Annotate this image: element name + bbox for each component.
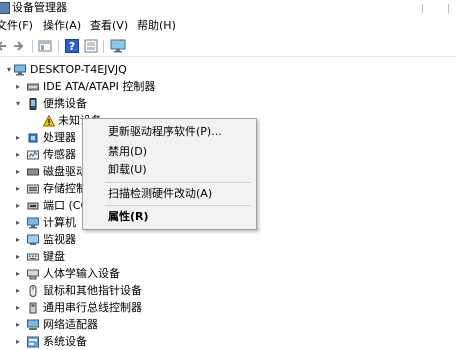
menu-scan-hardware[interactable]: 扫描检测硬件改动(A)	[83, 185, 256, 203]
portable-device-icon	[29, 98, 37, 110]
svg-text:?: ?	[69, 40, 75, 53]
menu-item-label: 卸载(U)	[108, 163, 147, 176]
tree-item-label: 监视器	[43, 233, 76, 246]
window-controls	[412, 0, 450, 16]
tree-item-label: 磁盘驱动	[43, 165, 87, 178]
hid-icon	[27, 269, 39, 280]
menu-bar: 文件(F) 操作(A) 查看(V) 帮助(H)	[0, 17, 456, 35]
collapse-arrow-icon[interactable]: ▾	[13, 96, 23, 112]
system-device-icon	[27, 336, 39, 348]
expand-arrow-icon[interactable]: ▸	[13, 317, 23, 333]
help-icon[interactable]: ?	[65, 39, 79, 53]
window-control-divider	[448, 4, 449, 13]
port-icon	[27, 202, 39, 210]
computer-root-icon	[14, 64, 26, 76]
tree-item-label: 键盘	[43, 250, 65, 263]
sensor-icon	[27, 150, 39, 160]
tree-item-label: 处理器	[43, 131, 76, 144]
view-pane-icon[interactable]	[84, 39, 98, 53]
network-adapter-icon	[27, 319, 39, 330]
properties-window-icon[interactable]	[38, 39, 52, 53]
menu-file[interactable]: 文件(F)	[0, 17, 33, 35]
tree-item-label: 存储控制	[43, 182, 87, 195]
toolbar-separator	[32, 40, 33, 53]
tree-item-label: 计算机	[43, 216, 76, 229]
menu-update-driver[interactable]: 更新驱动程序软件(P)...	[83, 123, 256, 141]
monitor-scan-icon[interactable]	[110, 39, 126, 53]
menu-uninstall[interactable]: 卸载(U)	[83, 161, 256, 179]
usb-icon	[29, 302, 37, 314]
expand-arrow-icon[interactable]: ▸	[13, 198, 23, 214]
expand-arrow-icon[interactable]: ▸	[13, 164, 23, 180]
expand-arrow-icon[interactable]: ▸	[13, 283, 23, 299]
toolbar: ?	[0, 36, 456, 57]
keyboard-icon	[27, 253, 39, 261]
forward-icon[interactable]	[12, 39, 24, 53]
menu-view[interactable]: 查看(V)	[90, 17, 128, 35]
menu-item-label: 禁用(D)	[108, 145, 148, 158]
tree-item-label: 网络适配器	[43, 318, 98, 331]
menu-item-label: 更新驱动程序软件(P)...	[108, 125, 222, 138]
menu-item-label: 属性(R)	[108, 210, 149, 223]
expand-arrow-icon[interactable]: ▸	[13, 130, 23, 146]
menu-help[interactable]: 帮助(H)	[137, 17, 176, 35]
tree-item-label: 便携设备	[43, 97, 87, 110]
menu-properties[interactable]: 属性(R)	[83, 208, 256, 226]
collapse-arrow-icon[interactable]: ▾	[4, 62, 14, 78]
expand-arrow-icon[interactable]: ▸	[13, 147, 23, 163]
tree-item-label: IDE ATA/ATAPI 控制器	[43, 80, 156, 93]
toolbar-separator	[103, 40, 104, 53]
menu-action[interactable]: 操作(A)	[43, 17, 81, 35]
expand-arrow-icon[interactable]: ▸	[13, 300, 23, 316]
storage-controller-icon	[27, 184, 39, 194]
expand-arrow-icon[interactable]: ▸	[13, 232, 23, 248]
device-manager-icon	[0, 2, 10, 14]
tree-item-label: 通用串行总线控制器	[43, 301, 142, 314]
computer-icon	[27, 217, 39, 229]
tree-item-label: 系统设备	[43, 335, 87, 348]
title-bar: 设备管理器	[0, 0, 456, 16]
tree-root-label: DESKTOP-T4EJVJQ	[30, 63, 127, 76]
disk-drive-icon	[27, 168, 39, 176]
tree-item-label: 人体学输入设备	[43, 267, 120, 280]
mouse-icon	[29, 285, 37, 297]
expand-arrow-icon[interactable]: ▸	[13, 79, 23, 95]
expand-arrow-icon[interactable]: ▸	[13, 181, 23, 197]
context-menu: 更新驱动程序软件(P)... 禁用(D) 卸载(U) 扫描检测硬件改动(A) 属…	[82, 118, 257, 230]
menu-item-label: 扫描检测硬件改动(A)	[108, 187, 213, 200]
menu-disable[interactable]: 禁用(D)	[83, 143, 256, 161]
menu-separator	[105, 182, 251, 183]
monitor-icon	[27, 234, 39, 245]
expand-arrow-icon[interactable]: ▸	[13, 249, 23, 265]
window-title: 设备管理器	[12, 1, 67, 14]
menu-separator	[105, 205, 251, 206]
ide-controller-icon	[27, 83, 39, 91]
warning-device-icon	[43, 115, 55, 127]
tree-item-label: 传感器	[43, 148, 76, 161]
processor-icon	[28, 133, 38, 143]
tree-item-label: 鼠标和其他指针设备	[43, 284, 142, 297]
expand-arrow-icon[interactable]: ▸	[13, 266, 23, 282]
window-control-divider	[422, 4, 423, 13]
back-icon[interactable]	[0, 39, 8, 53]
expand-arrow-icon[interactable]: ▸	[13, 334, 23, 350]
toolbar-separator	[58, 40, 59, 53]
expand-arrow-icon[interactable]: ▸	[13, 215, 23, 231]
